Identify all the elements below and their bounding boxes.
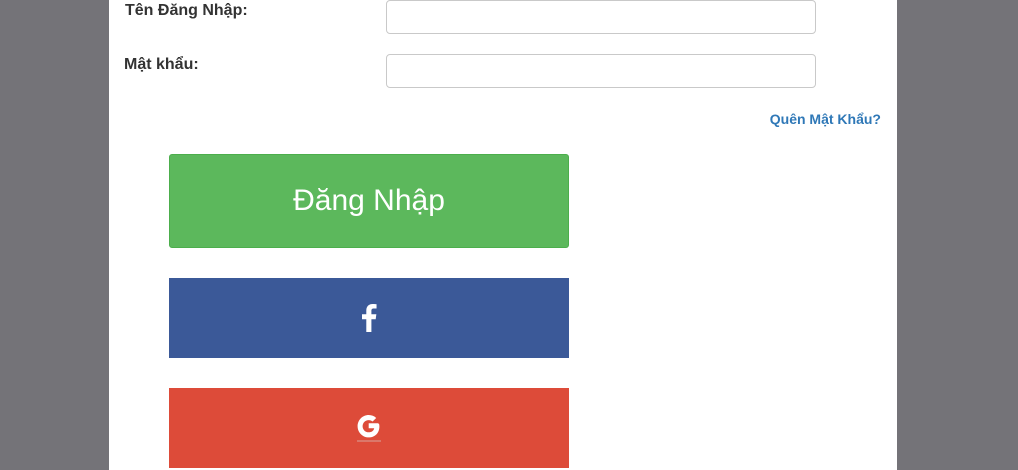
username-label: Tên Đăng Nhập:	[125, 2, 248, 19]
login-button-label: Đăng Nhập	[293, 184, 445, 217]
login-button[interactable]: Đăng Nhập	[169, 154, 569, 248]
password-input[interactable]	[386, 54, 816, 88]
password-label: Mật khẩu:	[124, 56, 199, 73]
google-login-button[interactable]	[169, 388, 569, 468]
facebook-login-button[interactable]	[169, 278, 569, 358]
login-panel: Tên Đăng Nhập: Mật khẩu: Quên Mật Khẩu? …	[109, 0, 897, 470]
facebook-icon	[361, 304, 377, 332]
username-input[interactable]	[386, 0, 816, 34]
forgot-password-link[interactable]: Quên Mật Khẩu?	[770, 111, 881, 127]
google-icon	[354, 413, 384, 443]
